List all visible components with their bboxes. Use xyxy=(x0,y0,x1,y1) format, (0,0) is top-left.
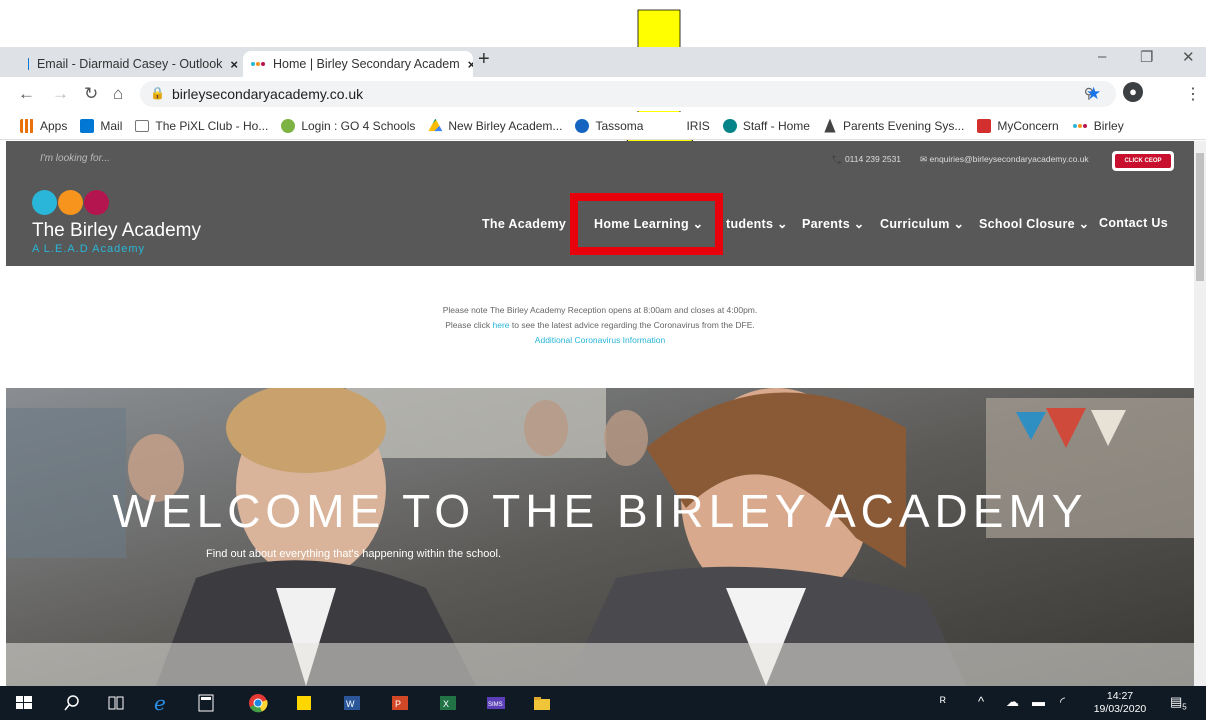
tab-birley[interactable]: Home | Birley Secondary Academ × xyxy=(243,51,473,77)
page-scrollbar[interactable] xyxy=(1194,141,1206,686)
bookmark-myconcern[interactable]: MyConcern xyxy=(977,118,1059,133)
reload-icon[interactable]: ↻ xyxy=(84,84,98,104)
site-search-input[interactable]: I'm looking for... xyxy=(40,153,110,164)
annotation-highlight-box xyxy=(570,193,723,255)
go4schools-icon xyxy=(281,118,296,133)
nav-students[interactable]: tudents ⌄ xyxy=(726,216,788,231)
phone-number[interactable]: 📞 0114 239 2531 xyxy=(832,154,901,165)
tab-title: Home | Birley Secondary Academ xyxy=(273,57,460,71)
close-window-button[interactable]: ✕ xyxy=(1182,48,1195,66)
reception-notice: Please note The Birley Academy Reception… xyxy=(6,303,1194,348)
outlook-icon xyxy=(28,58,29,70)
bookmark-pixl[interactable]: The PiXL Club - Ho... xyxy=(135,119,268,133)
nav-curriculum[interactable]: Curriculum ⌄ xyxy=(880,216,964,231)
internet-explorer-icon[interactable]: e xyxy=(152,693,172,713)
taskbar-clock[interactable]: 14:27 19/03/2020 xyxy=(1090,690,1150,716)
bookmark-star-icon[interactable]: ★ xyxy=(1086,84,1101,104)
url-text: birleysecondaryacademy.co.uk xyxy=(172,86,364,102)
chrome-icon[interactable] xyxy=(248,693,268,713)
nav-parents[interactable]: Parents ⌄ xyxy=(802,216,865,231)
file-explorer-icon[interactable] xyxy=(532,693,552,713)
birley-dots-icon xyxy=(1072,119,1088,133)
svg-text:W: W xyxy=(346,699,355,709)
bookmarks-bar: Apps Mail The PiXL Club - Ho... Login : … xyxy=(0,112,1206,140)
tassomai-icon xyxy=(575,118,590,133)
pixl-icon xyxy=(135,119,150,132)
outlook-icon xyxy=(80,118,95,133)
powerpoint-icon[interactable]: P xyxy=(390,693,410,713)
people-icon[interactable]: ᴿ xyxy=(940,694,946,709)
brand-subtitle: A L.E.A.D Academy xyxy=(32,243,145,255)
ceop-button[interactable]: CLICK CEOP xyxy=(1112,151,1174,171)
nav-the-academy[interactable]: The Academy ⌄ xyxy=(482,216,581,231)
tab-title: Email - Diarmaid Casey - Outlook xyxy=(36,57,223,71)
clock-time: 14:27 xyxy=(1106,690,1134,702)
bookmark-birley[interactable]: Birley xyxy=(1072,119,1124,133)
sticky-notes-icon[interactable] xyxy=(294,693,314,713)
address-row: ← → ↻ ⌂ 🔒 birleysecondaryacademy.co.uk ⚲… xyxy=(0,77,1206,111)
sims-icon[interactable]: SIMS xyxy=(486,693,506,713)
site-top-bar: I'm looking for... 📞 0114 239 2531 ✉ enq… xyxy=(6,141,1194,176)
myconcern-icon xyxy=(977,118,992,133)
forward-icon[interactable]: → xyxy=(52,84,69,104)
windows-start-icon[interactable] xyxy=(14,693,34,713)
menu-kebab-icon[interactable]: ⋮ xyxy=(1185,84,1201,104)
word-icon[interactable]: W xyxy=(342,693,362,713)
home-icon[interactable]: ⌂ xyxy=(113,84,123,104)
bookmark-new-birley[interactable]: New Birley Academ... xyxy=(428,118,562,133)
here-link[interactable]: here xyxy=(493,320,510,330)
tab-outlook[interactable]: Email - Diarmaid Casey - Outlook × xyxy=(28,51,238,77)
browser-tab-strip: Email - Diarmaid Casey - Outlook × Home … xyxy=(0,47,1206,77)
search-icon[interactable] xyxy=(62,693,82,713)
battery-icon[interactable]: ▬ xyxy=(1032,694,1045,709)
bookmark-parents-evening[interactable]: Parents Evening Sys... xyxy=(823,118,964,133)
ceop-label: CLICK CEOP xyxy=(1115,154,1171,168)
close-tab-icon[interactable]: × xyxy=(468,57,473,72)
coronavirus-info-link[interactable]: Additional Coronavirus Information xyxy=(6,333,1194,348)
onedrive-icon[interactable]: ☁ xyxy=(1006,694,1019,710)
back-icon[interactable]: ← xyxy=(18,84,35,104)
hero-banner: WELCOME TO THE BIRLEY ACADEMY Find out a… xyxy=(6,388,1194,686)
google-drive-icon xyxy=(428,118,443,132)
nav-school-closure[interactable]: School Closure ⌄ xyxy=(979,216,1089,231)
calculator-icon[interactable] xyxy=(196,693,216,713)
show-hidden-icons[interactable]: ^ xyxy=(978,694,984,709)
notice-line-1: Please note The Birley Academy Reception… xyxy=(442,305,758,315)
hero-subtitle: Find out about everything that's happeni… xyxy=(206,548,502,560)
notifications-icon[interactable]: ▤5 xyxy=(1170,694,1187,712)
bookmark-mail[interactable]: Mail xyxy=(80,118,122,133)
svg-text:SIMS: SIMS xyxy=(488,702,503,708)
bookmark-staff-home[interactable]: Staff - Home xyxy=(722,118,810,133)
new-tab-button[interactable]: + xyxy=(478,48,490,71)
bookmark-apps[interactable]: Apps xyxy=(20,118,67,133)
bookmark-tassomai[interactable]: Tassoma xyxy=(575,118,643,133)
sharepoint-icon xyxy=(722,118,737,133)
account-icon[interactable]: ● xyxy=(1123,82,1143,102)
excel-icon[interactable]: X xyxy=(438,693,458,713)
hero-title: WELCOME TO THE BIRLEY ACADEMY xyxy=(112,485,1088,537)
windows-taskbar: e W P X SIMS ᴿ ^ ☁ ▬ ◜ 14:27 19/03/2020 … xyxy=(0,686,1206,720)
restore-button[interactable]: ❐ xyxy=(1140,48,1153,66)
lock-icon: 🔒 xyxy=(150,86,165,100)
clock-date: 19/03/2020 xyxy=(1093,703,1147,715)
svg-text:e: e xyxy=(154,693,166,713)
task-view-icon[interactable] xyxy=(106,693,126,713)
minimize-button[interactable]: – xyxy=(1098,48,1106,65)
parents-evening-icon xyxy=(824,118,836,133)
notice-line-2: Please click here to see the latest advi… xyxy=(445,320,755,330)
academy-logo-icon[interactable] xyxy=(32,190,110,215)
nav-contact-us[interactable]: Contact Us xyxy=(1099,216,1168,230)
bookmark-go4schools[interactable]: Login : GO 4 Schools xyxy=(281,118,415,133)
wifi-icon[interactable]: ◜ xyxy=(1060,694,1065,710)
close-tab-icon[interactable]: × xyxy=(230,57,238,72)
apps-grid-icon xyxy=(20,118,34,133)
svg-text:P: P xyxy=(395,699,401,709)
svg-text:X: X xyxy=(443,699,449,709)
bookmark-iris[interactable]: IRIS xyxy=(686,119,709,133)
scrollbar-thumb[interactable] xyxy=(1196,153,1204,281)
birley-dots-icon xyxy=(251,58,265,70)
brand-name[interactable]: The Birley Academy xyxy=(32,220,201,242)
email-address[interactable]: ✉ enquiries@birleysecondaryacademy.co.uk xyxy=(920,154,1089,165)
address-bar[interactable]: 🔒 birleysecondaryacademy.co.uk ⚲ xyxy=(140,81,1116,107)
